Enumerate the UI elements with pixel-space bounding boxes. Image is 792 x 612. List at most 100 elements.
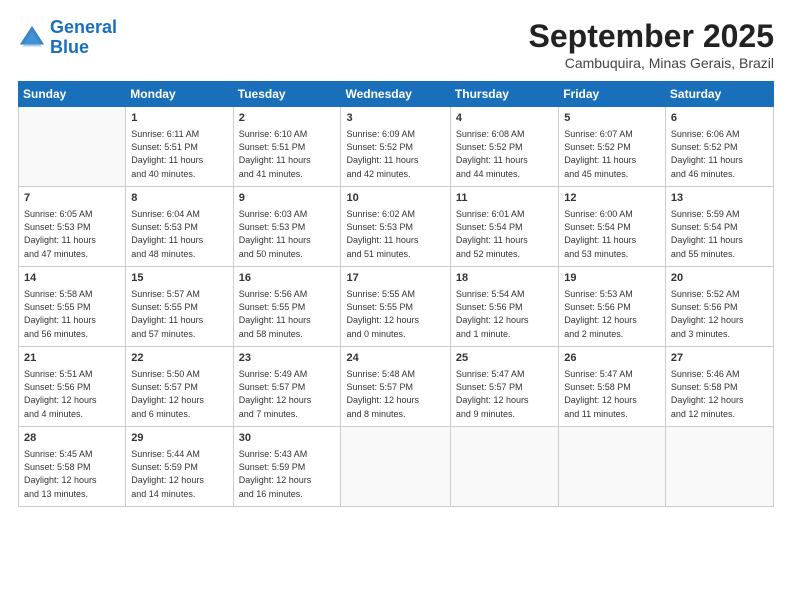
day-cell (665, 427, 773, 507)
calendar: SundayMondayTuesdayWednesdayThursdayFrid… (18, 81, 774, 507)
day-cell: 14 Sunrise: 5:58 AM Sunset: 5:55 PM Dayli… (19, 267, 126, 347)
day-number: 16 (239, 271, 336, 286)
weekday-wednesday: Wednesday (341, 82, 450, 107)
weekday-friday: Friday (559, 82, 666, 107)
day-cell: 13Sunrise: 5:59 AM Sunset: 5:54 PM Dayli… (665, 187, 773, 267)
weekday-sunday: Sunday (19, 82, 126, 107)
day-number: 23 (239, 351, 336, 366)
day-cell: 27Sunrise: 5:46 AM Sunset: 5:58 PM Dayli… (665, 347, 773, 427)
day-info: Sunrise: 5:53 AM Sunset: 5:56 PM Dayligh… (564, 288, 660, 340)
day-info: Sunrise: 6:10 AM Sunset: 5:51 PM Dayligh… (239, 128, 336, 180)
week-row-0: 1Sunrise: 6:11 AM Sunset: 5:51 PM Daylig… (19, 107, 774, 187)
day-info: Sunrise: 6:00 AM Sunset: 5:54 PM Dayligh… (564, 208, 660, 260)
day-number: 25 (456, 351, 553, 366)
day-info: Sunrise: 5:55 AM Sunset: 5:55 PM Dayligh… (346, 288, 444, 340)
day-info: Sunrise: 6:03 AM Sunset: 5:53 PM Dayligh… (239, 208, 336, 260)
day-info: Sunrise: 5:52 AM Sunset: 5:56 PM Dayligh… (671, 288, 768, 340)
day-number: 22 (131, 351, 227, 366)
day-cell: 30Sunrise: 5:43 AM Sunset: 5:59 PM Dayli… (233, 427, 341, 507)
day-cell: 9 Sunrise: 6:03 AM Sunset: 5:53 PM Daylig… (233, 187, 341, 267)
week-row-3: 21 Sunrise: 5:51 AM Sunset: 5:56 PM Dayli… (19, 347, 774, 427)
day-cell: 23Sunrise: 5:49 AM Sunset: 5:57 PM Dayli… (233, 347, 341, 427)
weekday-header-row: SundayMondayTuesdayWednesdayThursdayFrid… (19, 82, 774, 107)
week-row-4: 28 Sunrise: 5:45 AM Sunset: 5:58 PM Dayli… (19, 427, 774, 507)
day-info: Sunrise: 5:54 AM Sunset: 5:56 PM Dayligh… (456, 288, 553, 340)
day-info: Sunrise: 6:09 AM Sunset: 5:52 PM Dayligh… (346, 128, 444, 180)
location: Cambuquira, Minas Gerais, Brazil (529, 55, 774, 71)
day-number: 19 (564, 271, 660, 286)
day-info: Sunrise: 5:50 AM Sunset: 5:57 PM Dayligh… (131, 368, 227, 420)
day-info: Sunrise: 5:48 AM Sunset: 5:57 PM Dayligh… (346, 368, 444, 420)
day-number: 30 (239, 431, 336, 446)
day-info: Sunrise: 5:46 AM Sunset: 5:58 PM Dayligh… (671, 368, 768, 420)
weekday-tuesday: Tuesday (233, 82, 341, 107)
weekday-thursday: Thursday (450, 82, 558, 107)
day-number: 21 (24, 351, 120, 366)
day-cell: 22 Sunrise: 5:50 AM Sunset: 5:57 PM Dayli… (126, 347, 233, 427)
day-cell: 17 Sunrise: 5:55 AM Sunset: 5:55 PM Dayli… (341, 267, 450, 347)
day-cell: 11Sunrise: 6:01 AM Sunset: 5:54 PM Dayli… (450, 187, 558, 267)
day-cell: 7Sunrise: 6:05 AM Sunset: 5:53 PM Daylig… (19, 187, 126, 267)
day-number: 5 (564, 111, 660, 126)
day-number: 28 (24, 431, 120, 446)
day-cell: 12 Sunrise: 6:00 AM Sunset: 5:54 PM Dayli… (559, 187, 666, 267)
day-cell: 5Sunrise: 6:07 AM Sunset: 5:52 PM Daylig… (559, 107, 666, 187)
day-cell: 1Sunrise: 6:11 AM Sunset: 5:51 PM Daylig… (126, 107, 233, 187)
logo-line2: Blue (50, 37, 89, 57)
day-info: Sunrise: 6:06 AM Sunset: 5:52 PM Dayligh… (671, 128, 768, 180)
day-cell: 8Sunrise: 6:04 AM Sunset: 5:53 PM Daylig… (126, 187, 233, 267)
day-cell (19, 107, 126, 187)
day-number: 8 (131, 191, 227, 206)
day-cell: 29Sunrise: 5:44 AM Sunset: 5:59 PM Dayli… (126, 427, 233, 507)
day-number: 20 (671, 271, 768, 286)
day-number: 11 (456, 191, 553, 206)
day-info: Sunrise: 5:45 AM Sunset: 5:58 PM Dayligh… (24, 448, 120, 500)
day-number: 1 (131, 111, 227, 126)
day-number: 9 (239, 191, 336, 206)
day-cell (450, 427, 558, 507)
day-cell: 10 Sunrise: 6:02 AM Sunset: 5:53 PM Dayli… (341, 187, 450, 267)
day-number: 17 (346, 271, 444, 286)
day-number: 7 (24, 191, 120, 206)
day-info: Sunrise: 5:56 AM Sunset: 5:55 PM Dayligh… (239, 288, 336, 340)
header: General Blue September 2025 Cambuquira, … (18, 18, 774, 71)
day-info: Sunrise: 6:02 AM Sunset: 5:53 PM Dayligh… (346, 208, 444, 260)
day-cell: 25Sunrise: 5:47 AM Sunset: 5:57 PM Dayli… (450, 347, 558, 427)
day-cell: 28 Sunrise: 5:45 AM Sunset: 5:58 PM Dayli… (19, 427, 126, 507)
day-cell: 3 Sunrise: 6:09 AM Sunset: 5:52 PM Daylig… (341, 107, 450, 187)
title-block: September 2025 Cambuquira, Minas Gerais,… (529, 18, 774, 71)
day-number: 24 (346, 351, 444, 366)
day-info: Sunrise: 5:59 AM Sunset: 5:54 PM Dayligh… (671, 208, 768, 260)
day-cell: 19 Sunrise: 5:53 AM Sunset: 5:56 PM Dayli… (559, 267, 666, 347)
day-cell: 15Sunrise: 5:57 AM Sunset: 5:55 PM Dayli… (126, 267, 233, 347)
day-cell (341, 427, 450, 507)
day-cell: 6 Sunrise: 6:06 AM Sunset: 5:52 PM Daylig… (665, 107, 773, 187)
day-cell: 2Sunrise: 6:10 AM Sunset: 5:51 PM Daylig… (233, 107, 341, 187)
day-info: Sunrise: 5:47 AM Sunset: 5:58 PM Dayligh… (564, 368, 660, 420)
day-number: 6 (671, 111, 768, 126)
day-number: 18 (456, 271, 553, 286)
day-cell: 4Sunrise: 6:08 AM Sunset: 5:52 PM Daylig… (450, 107, 558, 187)
day-cell: 21 Sunrise: 5:51 AM Sunset: 5:56 PM Dayli… (19, 347, 126, 427)
day-number: 12 (564, 191, 660, 206)
day-info: Sunrise: 5:51 AM Sunset: 5:56 PM Dayligh… (24, 368, 120, 420)
day-cell: 18 Sunrise: 5:54 AM Sunset: 5:56 PM Dayli… (450, 267, 558, 347)
day-number: 29 (131, 431, 227, 446)
logo-icon (18, 24, 46, 52)
week-row-1: 7Sunrise: 6:05 AM Sunset: 5:53 PM Daylig… (19, 187, 774, 267)
page: General Blue September 2025 Cambuquira, … (0, 0, 792, 612)
logo-text: General Blue (50, 18, 117, 58)
weekday-monday: Monday (126, 82, 233, 107)
day-number: 14 (24, 271, 120, 286)
month-title: September 2025 (529, 18, 774, 55)
day-cell: 26Sunrise: 5:47 AM Sunset: 5:58 PM Dayli… (559, 347, 666, 427)
day-cell: 16 Sunrise: 5:56 AM Sunset: 5:55 PM Dayli… (233, 267, 341, 347)
weekday-saturday: Saturday (665, 82, 773, 107)
day-number: 10 (346, 191, 444, 206)
day-number: 3 (346, 111, 444, 126)
logo: General Blue (18, 18, 117, 58)
day-info: Sunrise: 5:58 AM Sunset: 5:55 PM Dayligh… (24, 288, 120, 340)
day-info: Sunrise: 6:08 AM Sunset: 5:52 PM Dayligh… (456, 128, 553, 180)
day-cell: 20 Sunrise: 5:52 AM Sunset: 5:56 PM Dayli… (665, 267, 773, 347)
day-info: Sunrise: 5:57 AM Sunset: 5:55 PM Dayligh… (131, 288, 227, 340)
